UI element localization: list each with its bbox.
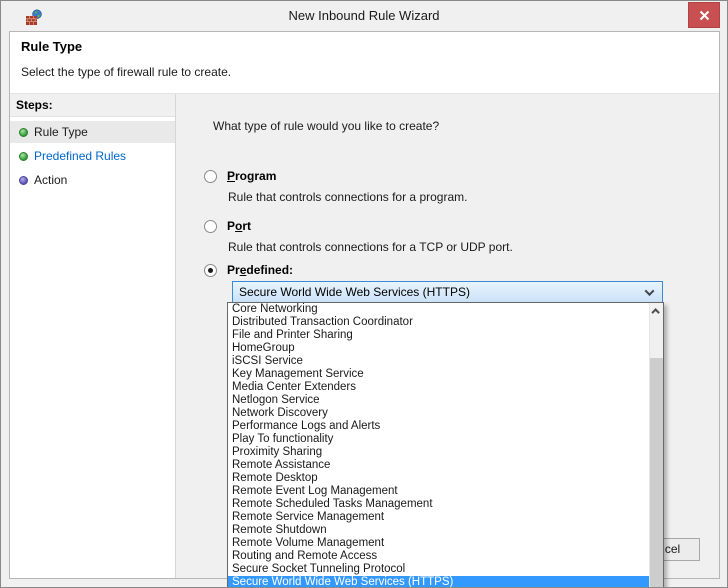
radio-option-predefined[interactable]: Predefined: (204, 263, 293, 277)
chevron-down-icon (645, 286, 655, 296)
predefined-combobox[interactable]: Secure World Wide Web Services (HTTPS) (232, 281, 663, 303)
dropdown-item[interactable]: Proximity Sharing (228, 446, 663, 459)
dropdown-item[interactable]: Media Center Extenders (228, 381, 663, 394)
step-label: Action (34, 173, 67, 187)
dropdown-item[interactable]: Distributed Transaction Coordinator (228, 316, 663, 329)
dropdown-item[interactable]: Remote Event Log Management (228, 485, 663, 498)
dropdown-item[interactable]: Key Management Service (228, 368, 663, 381)
question-text: What type of rule would you like to crea… (213, 119, 439, 133)
scroll-up-button[interactable] (650, 303, 663, 318)
radio-button-port[interactable] (204, 220, 217, 233)
dropdown-item[interactable]: iSCSI Service (228, 355, 663, 368)
step-item-rule-type[interactable]: Rule Type (10, 121, 175, 143)
dropdown-item[interactable]: Remote Scheduled Tasks Management (228, 498, 663, 511)
radio-button-predefined[interactable] (204, 264, 217, 277)
dropdown-item[interactable]: Performance Logs and Alerts (228, 420, 663, 433)
window-title: New Inbound Rule Wizard (1, 1, 727, 31)
services-dropdown-list-items: Core NetworkingDistributed Transaction C… (228, 303, 663, 588)
dropdown-item[interactable]: Network Discovery (228, 407, 663, 420)
services-dropdown-list: Core NetworkingDistributed Transaction C… (227, 302, 664, 588)
dropdown-item[interactable]: Remote Assistance (228, 459, 663, 472)
radio-button-program[interactable] (204, 170, 217, 183)
wizard-window: New Inbound Rule Wizard Rule Type Select… (0, 0, 728, 588)
scrollbar-thumb[interactable] (650, 358, 663, 588)
step-item-action[interactable]: Action (10, 169, 175, 191)
steps-list: Rule Type Predefined Rules Action (10, 117, 175, 191)
step-bullet-icon (19, 128, 28, 137)
dropdown-item[interactable]: HomeGroup (228, 342, 663, 355)
dropdown-scrollbar[interactable] (649, 303, 663, 588)
dropdown-item[interactable]: Remote Service Management (228, 511, 663, 524)
header-band: Rule Type Select the type of firewall ru… (10, 32, 719, 94)
combobox-value: Secure World Wide Web Services (HTTPS) (233, 285, 646, 299)
close-icon (699, 10, 710, 21)
radio-option-port[interactable]: Port (204, 219, 251, 233)
dropdown-item[interactable]: Play To functionality (228, 433, 663, 446)
steps-heading: Steps: (10, 94, 175, 117)
steps-panel: Steps: Rule Type Predefined Rules Action (10, 94, 176, 578)
titlebar: New Inbound Rule Wizard (1, 1, 727, 31)
radio-label-predefined[interactable]: Predefined: (227, 263, 293, 277)
dropdown-item[interactable]: Remote Desktop (228, 472, 663, 485)
dropdown-item[interactable]: Remote Shutdown (228, 524, 663, 537)
step-label: Rule Type (34, 125, 88, 139)
radio-label-port[interactable]: Port (227, 219, 251, 233)
page-title: Rule Type (21, 39, 82, 54)
dropdown-item[interactable]: Secure Socket Tunneling Protocol (228, 563, 663, 576)
page-subtitle: Select the type of firewall rule to crea… (21, 65, 231, 79)
step-bullet-icon (19, 152, 28, 161)
radio-label-program[interactable]: Program (227, 169, 276, 183)
dropdown-item[interactable]: Routing and Remote Access (228, 550, 663, 563)
close-button[interactable] (688, 2, 720, 28)
radio-description-port: Rule that controls connections for a TCP… (228, 240, 513, 254)
dropdown-item[interactable]: File and Printer Sharing (228, 329, 663, 342)
dropdown-item[interactable]: Core Networking (228, 303, 663, 316)
dropdown-item[interactable]: Netlogon Service (228, 394, 663, 407)
chevron-up-icon (651, 308, 659, 316)
radio-description-program: Rule that controls connections for a pro… (228, 190, 467, 204)
dropdown-item-selected[interactable]: Secure World Wide Web Services (HTTPS) (228, 576, 663, 588)
step-item-predefined-rules[interactable]: Predefined Rules (10, 145, 175, 167)
dropdown-item[interactable]: Remote Volume Management (228, 537, 663, 550)
step-bullet-icon (19, 176, 28, 185)
radio-option-program[interactable]: Program (204, 169, 276, 183)
step-label: Predefined Rules (34, 149, 126, 163)
